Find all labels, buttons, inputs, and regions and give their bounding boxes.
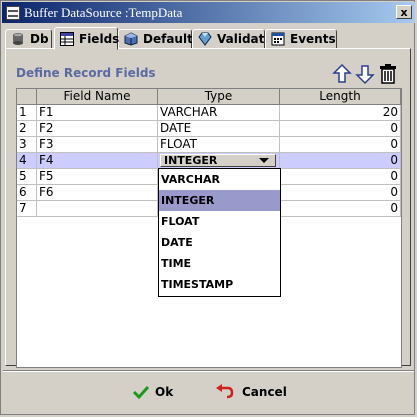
type-option-float[interactable]: FLOAT [159,211,280,232]
type-option-timestamp[interactable]: TIMESTAMP [159,274,280,295]
field-name-cell[interactable]: F4 [37,153,158,169]
section-title: Define Record Fields [16,66,156,80]
table-row[interactable]: 2 F2 DATE 0 [17,121,401,137]
length-cell[interactable]: 0 [280,137,401,153]
header-type[interactable]: Type [158,89,280,105]
type-cell[interactable]: FLOAT [158,137,280,153]
delete-button[interactable] [378,63,398,85]
type-cell[interactable]: DATE [158,121,280,137]
table-row-selected[interactable]: 4 F4 INTEGER 0 [17,153,401,169]
table-row[interactable]: 3 F3 FLOAT 0 [17,137,401,153]
row-number: 1 [17,105,37,121]
type-option-time[interactable]: TIME [159,253,280,274]
undo-icon [216,384,234,399]
field-name-cell[interactable]: F6 [37,185,158,201]
close-icon: x [400,5,408,19]
cube-icon [124,32,138,46]
type-option-varchar[interactable]: VARCHAR [159,169,280,190]
tab-label: Default [143,32,193,46]
field-name-cell[interactable]: F2 [37,121,158,137]
tab-events[interactable]: Events [265,29,337,49]
title-bar[interactable]: Buffer DataSource :TempData x [2,2,415,23]
tab-default[interactable]: Default [118,29,193,49]
row-number: 5 [17,169,37,185]
validate-icon [198,32,212,46]
length-cell[interactable]: 0 [280,185,401,201]
move-up-icon [332,63,352,83]
length-cell[interactable]: 0 [280,121,401,137]
divider [3,370,414,372]
trash-icon [380,64,396,84]
ok-button[interactable]: Ok [131,381,173,403]
type-combobox-value: INTEGER [164,154,218,167]
tab-validate[interactable]: Validate [192,29,273,49]
chevron-down-icon[interactable] [259,158,269,163]
type-combobox[interactable]: INTEGER [160,154,276,167]
tab-label: Events [290,32,336,46]
table-row[interactable]: 1 F1 VARCHAR 20 [17,105,401,121]
field-name-cell[interactable]: F5 [37,169,158,185]
row-number: 4 [17,153,37,169]
cancel-label: Cancel [242,385,287,399]
move-up-button[interactable] [332,63,352,85]
table-header: Field Name Type Length [17,89,401,105]
move-down-button[interactable] [355,63,375,85]
header-length[interactable]: Length [280,89,401,105]
tab-label: Db [30,32,49,46]
header-field-name[interactable]: Field Name [37,89,158,105]
field-name-cell[interactable] [37,201,158,217]
window-title: Buffer DataSource :TempData [24,4,183,20]
length-cell[interactable]: 0 [280,201,401,217]
fields-icon [60,31,74,46]
type-dropdown-list[interactable]: VARCHAR INTEGER FLOAT DATE TIME TIMESTAM… [158,168,281,297]
tab-fields[interactable]: Fields [54,27,120,50]
tab-db[interactable]: Db [5,29,52,49]
row-number: 6 [17,185,37,201]
ok-label: Ok [155,385,174,399]
field-name-cell[interactable]: F1 [37,105,158,121]
checkmark-icon [132,385,150,400]
length-cell[interactable]: 0 [280,153,401,169]
type-cell[interactable]: VARCHAR [158,105,280,121]
header-row-number [17,89,37,105]
database-icon [11,32,25,46]
row-number: 7 [17,201,37,217]
tab-label: Fields [79,31,120,46]
window-icon [6,5,20,20]
length-cell[interactable]: 20 [280,105,401,121]
type-option-integer[interactable]: INTEGER [159,190,280,211]
cancel-button[interactable]: Cancel [214,381,287,403]
dialog-window: Buffer DataSource :TempData x Db Fields … [0,0,415,415]
close-button[interactable]: x [396,5,412,19]
move-down-icon [355,65,375,85]
events-icon [271,32,285,46]
row-number: 3 [17,137,37,153]
length-cell[interactable]: 0 [280,169,401,185]
field-name-cell[interactable]: F3 [37,137,158,153]
row-number: 2 [17,121,37,137]
type-option-date[interactable]: DATE [159,232,280,253]
